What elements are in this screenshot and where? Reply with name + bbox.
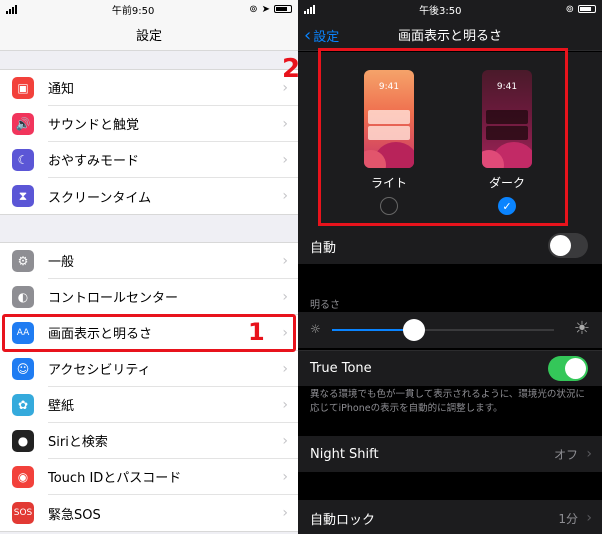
auto-appearance-row: 自動 — [298, 228, 602, 264]
gear-icon: ⚙ — [12, 250, 34, 272]
battery-icon — [577, 5, 596, 13]
sos-icon: SOS — [12, 502, 34, 524]
sun-small-icon: ☼ — [310, 322, 321, 336]
accessibility-icon: ☺ — [12, 358, 34, 380]
true-tone-label: True Tone — [310, 361, 372, 376]
settings-item-label: サウンドと触覚 — [48, 106, 298, 142]
settings-item-siri[interactable]: ● Siriと検索 › — [0, 423, 298, 459]
chevron-right-icon: › — [282, 469, 288, 485]
auto-appearance-toggle[interactable] — [548, 233, 588, 258]
chevron-right-icon: › — [282, 253, 288, 269]
settings-item-label: Touch IDとパスコード — [48, 459, 298, 495]
settings-item-accessibility[interactable]: ☺ アクセシビリティ › — [0, 351, 298, 387]
settings-item-sound[interactable]: 🔊 サウンドと触覚 › — [0, 106, 298, 142]
chevron-right-icon: › — [282, 152, 288, 168]
notification-icon: ▣ — [12, 77, 34, 99]
battery-icon — [274, 5, 292, 13]
status-bar: 午前9:50 ⊚ ➤ — [0, 0, 298, 18]
settings-item-label: スクリーンタイム — [48, 190, 152, 206]
settings-item-gear[interactable]: ⚙ 一般 › — [0, 243, 298, 279]
settings-item-toggles[interactable]: ◐ コントロールセンター › — [0, 279, 298, 315]
chevron-right-icon: › — [282, 289, 288, 305]
settings-item-notification[interactable]: ▣ 通知 › — [0, 70, 298, 106]
settings-item-label: おやすみモード — [48, 142, 298, 178]
status-time: 午後3:50 — [419, 5, 462, 17]
settings-item-label: 壁紙 — [48, 387, 298, 423]
brightness-row: ☼ ☀ — [298, 312, 602, 348]
step-number-2: 2 — [282, 54, 301, 84]
sun-large-icon: ☀ — [573, 318, 590, 339]
signal-icon — [6, 4, 17, 14]
auto-label: 自動 — [310, 240, 337, 256]
settings-group-2: ⚙ 一般 › ◐ コントロールセンター › AA 画面表示と明るさ › ☺ アクセシビリティ › ✿ 壁紙… — [0, 242, 298, 532]
fingerprint-icon: ◉ — [12, 466, 34, 488]
wallpaper-icon: ✿ — [12, 394, 34, 416]
true-tone-row: True Tone — [298, 350, 602, 386]
settings-item-moon[interactable]: ☾ おやすみモード › — [0, 142, 298, 178]
settings-item-label: 緊急SOS — [48, 507, 101, 523]
night-shift-label: Night Shift — [310, 446, 379, 462]
sound-icon: 🔊 — [12, 113, 34, 135]
status-bar: 午後3:50 ⊚ — [298, 0, 602, 18]
back-button[interactable]: ‹ 設定 — [304, 26, 339, 45]
night-shift-value: オフ — [553, 447, 578, 462]
toggles-icon: ◐ — [12, 286, 34, 308]
settings-item-label: アクセシビリティ — [48, 351, 298, 387]
page-title: 画面表示と明るさ — [397, 28, 502, 44]
settings-item-label: 通知 — [48, 70, 298, 106]
signal-icon — [304, 4, 315, 14]
lock-rotation-icon: ⊚ — [565, 3, 574, 15]
settings-item-label: Siriと検索 — [48, 423, 298, 459]
chevron-right-icon: › — [282, 397, 288, 413]
chevron-right-icon: › — [282, 505, 288, 521]
chevron-right-icon: › — [586, 446, 592, 462]
hourglass-icon: ⧗ — [12, 185, 34, 207]
settings-item-fingerprint[interactable]: ◉ Touch IDとパスコード › — [0, 459, 298, 495]
chevron-right-icon: › — [586, 510, 592, 526]
chevron-right-icon: › — [282, 433, 288, 449]
settings-group-1: ▣ 通知 › 🔊 サウンドと触覚 › ☾ おやすみモード › ⧗ スクリーンタイム › — [0, 69, 298, 215]
night-shift-row[interactable]: Night Shift オフ › — [298, 436, 602, 472]
true-tone-description: 異なる環境でも色が一貫して表示されるように、環境光の状況に応じてiPhoneの表… — [310, 389, 585, 414]
brightness-slider[interactable] — [332, 319, 554, 341]
status-time: 午前9:50 — [111, 5, 155, 17]
settings-item-label: 一般 — [48, 243, 298, 279]
chevron-left-icon: ‹ — [304, 24, 312, 46]
settings-item-wallpaper[interactable]: ✿ 壁紙 › — [0, 387, 298, 423]
highlight-box-appearance — [318, 48, 568, 226]
nav-bar: ‹ 設定 画面表示と明るさ — [298, 18, 602, 51]
brightness-header: 明るさ — [310, 300, 340, 311]
auto-lock-row[interactable]: 自動ロック 1分 › — [298, 500, 602, 534]
location-icon: ➤ — [261, 3, 270, 15]
step-number-1: 1 — [248, 318, 265, 346]
chevron-right-icon: › — [282, 361, 288, 377]
lock-rotation-icon: ⊚ — [249, 3, 258, 15]
settings-panel-light: 午前9:50 ⊚ ➤ 設定 ▣ 通知 › 🔊 サウンドと触覚 › ☾ おやすみモード › ⧗ スクリ… — [0, 0, 298, 534]
moon-icon: ☾ — [12, 149, 34, 171]
true-tone-toggle[interactable] — [548, 356, 588, 381]
settings-item-sos[interactable]: SOS 緊急SOS › — [0, 495, 298, 531]
auto-lock-label: 自動ロック — [310, 512, 376, 528]
settings-item-label: コントロールセンター — [48, 279, 298, 315]
back-label: 設定 — [313, 30, 340, 45]
chevron-right-icon: › — [282, 188, 288, 204]
brightness-slider-knob[interactable] — [403, 319, 426, 341]
auto-lock-value: 1分 — [558, 511, 578, 526]
settings-item-hourglass[interactable]: ⧗ スクリーンタイム › — [0, 178, 298, 214]
siri-icon: ● — [12, 430, 34, 452]
chevron-right-icon: › — [282, 116, 288, 132]
page-title: 設定 — [0, 18, 298, 51]
